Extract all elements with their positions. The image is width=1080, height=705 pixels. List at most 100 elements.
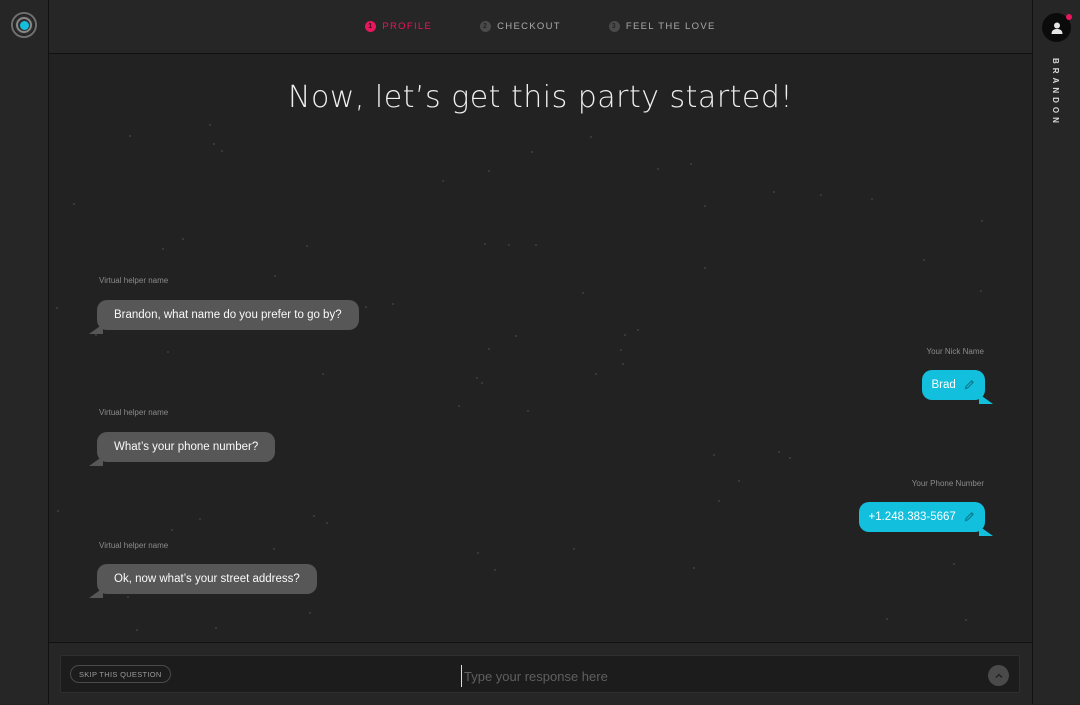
chevron-up-icon (995, 673, 1002, 678)
star (620, 349, 622, 351)
chat-area: Now, let’s get this party started! Virtu… (49, 54, 1032, 641)
user-name: BRANDON (1051, 58, 1060, 127)
pencil-icon[interactable] (964, 379, 975, 390)
star (442, 180, 444, 182)
step-number: 2 (480, 21, 492, 32)
star (309, 612, 311, 614)
star (624, 334, 626, 336)
star (162, 248, 164, 250)
notification-dot (1066, 14, 1072, 20)
star (886, 618, 888, 620)
bot-message: Ok, now what’s your street address? (89, 564, 317, 598)
star (171, 529, 173, 531)
star (690, 163, 692, 165)
star (738, 480, 740, 482)
pencil-icon[interactable] (964, 511, 975, 522)
star (477, 552, 479, 554)
step-label: FEEL THE LOVE (625, 21, 716, 32)
message-label: Virtual helper name (99, 276, 169, 285)
star (458, 405, 460, 407)
avatar[interactable] (1042, 13, 1072, 42)
bot-message: What’s your phone number? (88, 432, 276, 466)
star (306, 245, 308, 247)
star (484, 243, 486, 245)
star (637, 329, 639, 331)
star (313, 515, 315, 517)
star (981, 220, 983, 222)
star (713, 454, 715, 456)
star (535, 244, 537, 246)
star (95, 334, 97, 336)
star (215, 627, 217, 629)
message-label: Your Nick Name (926, 347, 984, 356)
step-checkout[interactable]: 2 CHECKOUT (480, 21, 561, 32)
right-rail: BRANDON (1032, 0, 1080, 704)
star (481, 382, 483, 384)
star (73, 203, 75, 205)
star (704, 205, 706, 207)
star (199, 518, 201, 520)
progress-steps: 1 PROFILE 2 CHECKOUT 3 FEEL THE LOVE (49, 0, 1032, 54)
star (820, 194, 822, 196)
response-bar: SKIP THIS QUESTION (60, 655, 1020, 693)
message-text: Brandon, what name do you prefer to go b… (114, 309, 342, 321)
star (488, 170, 490, 172)
star (182, 238, 184, 240)
star (508, 244, 510, 246)
user-icon (1051, 22, 1062, 34)
star (56, 307, 58, 309)
response-input[interactable] (461, 665, 766, 687)
step-number: 3 (608, 21, 620, 32)
user-message[interactable]: Brad (921, 370, 993, 404)
star (213, 143, 215, 145)
star (274, 275, 276, 277)
user-message[interactable]: +1.248.383-5667 (858, 502, 993, 536)
left-rail (0, 0, 49, 704)
submit-button[interactable] (988, 665, 1009, 686)
star (595, 373, 597, 375)
logo-icon[interactable] (11, 12, 37, 38)
star (773, 191, 775, 193)
star (953, 563, 955, 565)
star (221, 150, 223, 152)
message-label: Virtual helper name (99, 541, 169, 550)
message-label: Your Phone Number (911, 479, 984, 488)
bot-message: Brandon, what name do you prefer to go b… (89, 300, 359, 334)
star (718, 500, 720, 502)
star (582, 292, 584, 294)
star (209, 124, 211, 126)
star (127, 596, 129, 598)
message-text: +1.248.383-5667 (868, 511, 956, 523)
star (789, 457, 791, 459)
star (704, 267, 706, 269)
step-label: PROFILE (382, 21, 433, 32)
star (527, 410, 529, 412)
star (965, 619, 967, 621)
star (693, 567, 695, 569)
star (980, 290, 982, 292)
star (778, 451, 780, 453)
star (167, 351, 169, 353)
star (326, 522, 328, 524)
message-label: Virtual helper name (99, 408, 169, 417)
star (622, 363, 624, 365)
skip-question-button[interactable]: SKIP THIS QUESTION (70, 665, 171, 683)
star (531, 151, 533, 153)
star (476, 377, 478, 379)
message-text: Ok, now what’s your street address? (114, 573, 300, 585)
star (573, 548, 575, 550)
star (590, 136, 592, 138)
step-feel-the-love[interactable]: 3 FEEL THE LOVE (608, 21, 716, 32)
star (57, 510, 59, 512)
message-text: Brad (931, 379, 956, 391)
star (488, 348, 490, 350)
star (273, 548, 275, 550)
star (657, 168, 659, 170)
page-title: Now, let’s get this party started! (288, 80, 793, 115)
message-text: What’s your phone number? (114, 441, 259, 453)
star (515, 335, 517, 337)
step-profile[interactable]: 1 PROFILE (365, 21, 432, 32)
star (322, 373, 324, 375)
star (392, 303, 394, 305)
star (871, 198, 873, 200)
